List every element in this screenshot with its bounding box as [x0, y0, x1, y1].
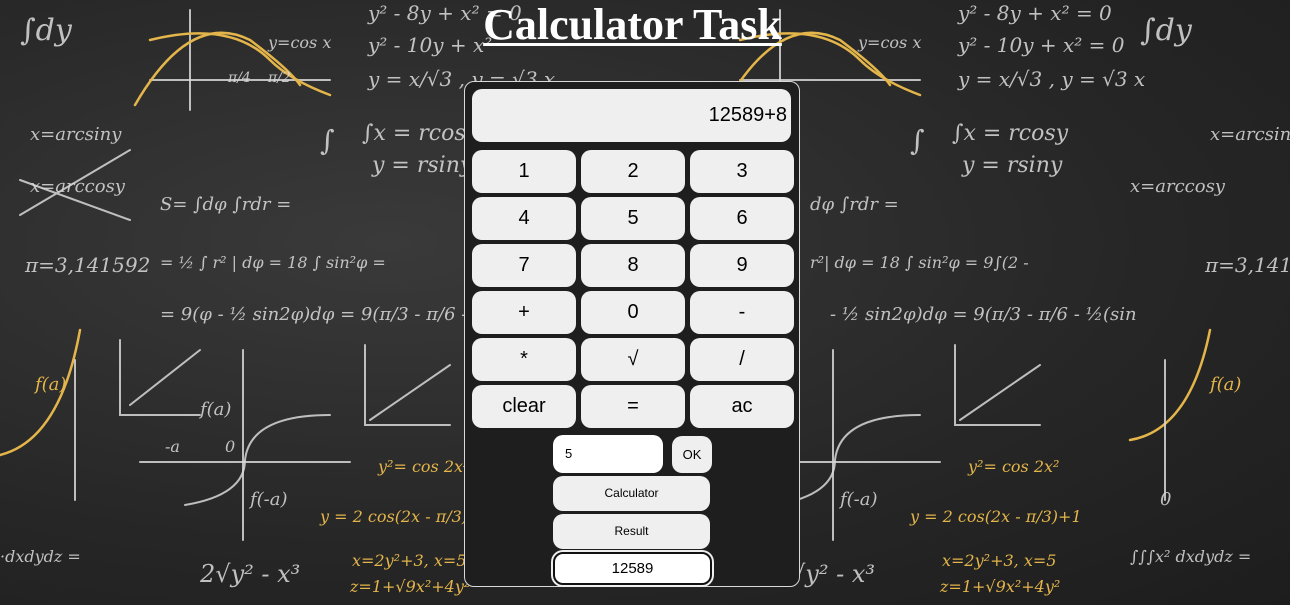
- key-equals[interactable]: =: [581, 385, 685, 428]
- svg-text:π/2: π/2: [267, 70, 291, 86]
- svg-text:π/4: π/4: [227, 70, 251, 86]
- svg-text:y = 2 cos(2x - π/3): y = 2 cos(2x - π/3): [319, 507, 468, 526]
- svg-text:y = 2 cos(2x - π/3)+1: y = 2 cos(2x - π/3)+1: [909, 507, 1082, 526]
- svg-text:π=3,1415: π=3,1415: [1204, 253, 1290, 277]
- svg-text:x=arcsiny: x=arcsiny: [30, 124, 122, 145]
- svg-text:f(a): f(a): [1208, 374, 1241, 395]
- svg-text:r²| dφ = 18 ∫ sin²φ = 9∫(2 -: r²| dφ = 18 ∫ sin²φ = 9∫(2 -: [810, 253, 1029, 272]
- svg-text:x=arccosy: x=arccosy: [30, 176, 126, 197]
- calculator-panel: 12589+8 1 2 3 4 5 6 7 8 9 + 0 - * √ / cl…: [464, 81, 800, 587]
- svg-text:∫x = rcosy: ∫x = rcosy: [362, 121, 479, 146]
- ok-button[interactable]: OK: [672, 436, 712, 473]
- svg-text:y = rsiny: y = rsiny: [961, 153, 1063, 178]
- result-button[interactable]: Result: [553, 514, 710, 549]
- svg-text:x=2y²+3, x=5: x=2y²+3, x=5: [942, 551, 1056, 570]
- svg-text:= ½ ∫ r² | dφ = 18 ∫ sin²φ =: = ½ ∫ r² | dφ = 18 ∫ sin²φ =: [160, 253, 386, 272]
- page-title: Calculator Task: [483, 0, 782, 49]
- keypad: 1 2 3 4 5 6 7 8 9 + 0 - * √ / clear = ac: [472, 150, 795, 428]
- key-0[interactable]: 0: [581, 291, 685, 334]
- key-9[interactable]: 9: [690, 244, 794, 287]
- svg-text:y²= cos 2x²: y²= cos 2x²: [377, 457, 469, 476]
- svg-text:y²= cos 2x²: y²= cos 2x²: [967, 457, 1059, 476]
- key-8[interactable]: 8: [581, 244, 685, 287]
- svg-text:π=3,141592: π=3,141592: [24, 253, 150, 277]
- key-6[interactable]: 6: [690, 197, 794, 240]
- svg-text:f(a): f(a): [198, 399, 231, 420]
- key-minus[interactable]: -: [690, 291, 794, 334]
- key-ac[interactable]: ac: [690, 385, 794, 428]
- key-7[interactable]: 7: [472, 244, 576, 287]
- svg-text:dφ ∫rdr =: dφ ∫rdr =: [810, 194, 899, 215]
- svg-text:∫: ∫: [320, 124, 335, 157]
- svg-text:z=1+√9x²+4y²: z=1+√9x²+4y²: [939, 577, 1060, 596]
- calculator-button[interactable]: Calculator: [553, 476, 710, 511]
- svg-text:∫: ∫: [910, 124, 925, 157]
- svg-text:f(a): f(a): [33, 374, 66, 395]
- svg-text:S= ∫dφ ∫rdr =: S= ∫dφ ∫rdr =: [160, 194, 291, 215]
- key-1[interactable]: 1: [472, 150, 576, 193]
- key-plus[interactable]: +: [472, 291, 576, 334]
- key-divide[interactable]: /: [690, 338, 794, 381]
- svg-text:0: 0: [225, 437, 235, 456]
- key-2[interactable]: 2: [581, 150, 685, 193]
- svg-text:y = rsiny: y = rsiny: [371, 153, 473, 178]
- svg-text:∫∫∫x² dxdydz =: ∫∫∫x² dxdydz =: [1130, 547, 1251, 566]
- key-clear[interactable]: clear: [472, 385, 576, 428]
- svg-text:f(-a): f(-a): [248, 489, 288, 510]
- svg-text:z=1+√9x²+4y²: z=1+√9x²+4y²: [349, 577, 470, 596]
- svg-text:·dxdydz =: ·dxdydz =: [0, 547, 81, 566]
- svg-text:2√y² - x³: 2√y² - x³: [199, 560, 300, 588]
- svg-text:x=2y²+3, x=5: x=2y²+3, x=5: [352, 551, 466, 570]
- svg-text:x=arcsiny: x=arcsiny: [1210, 124, 1290, 145]
- svg-text:f(-a): f(-a): [838, 489, 878, 510]
- svg-text:-a: -a: [165, 437, 180, 456]
- svg-text:∫x = rcosy: ∫x = rcosy: [952, 121, 1069, 146]
- key-4[interactable]: 4: [472, 197, 576, 240]
- key-sqrt[interactable]: √: [581, 338, 685, 381]
- svg-text:y = x/√3 , y = √3 x: y = x/√3 , y = √3 x: [957, 67, 1145, 91]
- svg-text:= 9(φ - ½ sin2φ)dφ = 9(π/3 - π: = 9(φ - ½ sin2φ)dφ = 9(π/3 - π/6 - ½(: [160, 304, 499, 325]
- svg-text:√y² - x³: √y² - x³: [790, 560, 875, 588]
- key-multiply[interactable]: *: [472, 338, 576, 381]
- svg-text:x=arccosy: x=arccosy: [1130, 176, 1226, 197]
- calculator-display: 12589+8: [472, 89, 791, 142]
- svg-text:- ½ sin2φ)dφ = 9(π/3 - π/6 - ½: - ½ sin2φ)dφ = 9(π/3 - π/6 - ½(sin: [830, 304, 1137, 325]
- key-5[interactable]: 5: [581, 197, 685, 240]
- key-3[interactable]: 3: [690, 150, 794, 193]
- result-output[interactable]: 12589: [553, 552, 712, 585]
- number-input[interactable]: 5: [553, 435, 663, 473]
- svg-text:0: 0: [1160, 489, 1171, 510]
